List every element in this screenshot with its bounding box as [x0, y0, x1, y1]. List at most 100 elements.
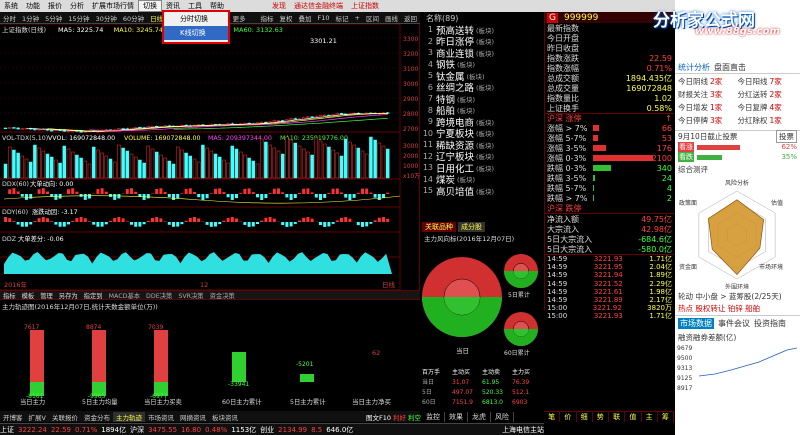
toolbar-item-5[interactable]: 60分钟	[120, 13, 147, 23]
indicator-tab-3[interactable]: 另存为	[56, 291, 81, 300]
toolbar-item-10[interactable]: 更多	[230, 13, 249, 23]
detail-tab-1[interactable]: 价	[560, 412, 577, 422]
ddy-bar	[306, 217, 310, 222]
indicator-tab-7[interactable]: SVR决策	[175, 291, 206, 300]
indicator-tab-0[interactable]: 指标	[0, 291, 19, 300]
toolbar-item-2[interactable]: 5分钟	[42, 13, 65, 23]
indicator-tab-5[interactable]: MACD基本	[106, 291, 143, 300]
toolbar-right-4[interactable]: 标记	[333, 13, 352, 23]
indicator-tab-4[interactable]: 指定到	[81, 291, 106, 300]
kline-chart-area[interactable]: 上证指数(日线)MA5: 3225.74MA10: 3245.74MA20: 3…	[0, 23, 420, 291]
toolbar-item-0[interactable]: 分时	[0, 13, 19, 23]
toolbar-right-7[interactable]: 画线	[382, 13, 401, 23]
volume-bar	[129, 153, 134, 179]
ddy-bar	[205, 222, 209, 225]
quote-tab-1[interactable]: 成分股	[458, 222, 485, 232]
toolbar-right-3[interactable]: F10	[315, 14, 333, 22]
x-label-2: 日线	[382, 280, 396, 289]
detail-tab-0[interactable]: 笔	[544, 412, 561, 422]
bottom-tab-4[interactable]: 主力轨迹	[112, 411, 145, 422]
toolbar-item-4[interactable]: 30分钟	[93, 13, 120, 23]
right-tab-1[interactable]: 盘面直击	[714, 62, 746, 73]
ddx-bar	[247, 188, 251, 194]
menu-item-3[interactable]: 分析	[66, 1, 88, 11]
quote-row-tag: (板块)	[457, 95, 476, 104]
ddy-bar	[176, 222, 180, 227]
monitor-tab-0[interactable]: 监控	[422, 411, 445, 422]
menu-item-1[interactable]: 功能	[22, 1, 44, 11]
volume-bar	[125, 150, 130, 179]
indicator-tab-8[interactable]: 资金决策	[207, 291, 238, 300]
detail-tab-5[interactable]: 值	[625, 412, 642, 422]
indicator-tab-6[interactable]: DDE决策	[143, 291, 175, 300]
ddy-bar	[323, 222, 327, 227]
detail-tab-6[interactable]: 主	[642, 412, 658, 422]
bottom-tab-3[interactable]: 资金分布	[81, 412, 113, 422]
toolbar-right-0[interactable]: 指标	[258, 13, 277, 23]
stat-item[interactable]: 今日复牌 4家	[738, 102, 798, 113]
right-sub-tab-1[interactable]: 事件会议	[718, 318, 750, 329]
menu-item-4[interactable]: 扩展市场行情	[88, 1, 138, 11]
toolbar-item-1[interactable]: 1分钟	[19, 13, 42, 23]
volume-bar	[360, 150, 365, 179]
menu-alert-1[interactable]: 通达信金融终端	[290, 1, 347, 11]
quote-row[interactable]: 15 高贝培值 (板块)	[422, 185, 544, 198]
stat-item[interactable]: 分红除权 1家	[738, 115, 798, 126]
ddx-bar	[46, 191, 49, 194]
monitor-tab-2[interactable]: 龙虎	[468, 411, 491, 422]
monitor-tab-3[interactable]: 风险	[491, 411, 514, 422]
right-tab-0[interactable]: 统计分析	[678, 62, 710, 73]
quote-tab-0[interactable]: 关联品种	[422, 222, 456, 232]
bottom-tab-0[interactable]: 开博客	[0, 412, 26, 422]
menu-alert-2[interactable]: 上证指数	[347, 1, 383, 11]
stat-item[interactable]: 今日阴线 2家	[678, 76, 738, 87]
right-sub-tab-2[interactable]: 投资指南	[754, 318, 786, 329]
stat-item[interactable]: 今日阳线 7家	[738, 76, 798, 87]
detail-tab-2[interactable]: 细	[577, 412, 593, 422]
bottom-tab-5[interactable]: 市场资讯	[145, 412, 177, 422]
rise-bar	[593, 185, 595, 191]
bottom-tab-6[interactable]: 网摘资讯	[177, 412, 209, 422]
stat-item[interactable]: 财报关注 3家	[678, 89, 738, 100]
rise-bar	[593, 195, 594, 201]
bottom-tab-1[interactable]: 扩展V	[26, 412, 49, 422]
detail-tab-4[interactable]: 联	[609, 412, 626, 422]
quote-row-tag: (板块)	[476, 153, 495, 162]
vote-button[interactable]: 投票	[776, 130, 797, 143]
stat-label: 今日停牌	[678, 116, 708, 125]
indicator-tab-2[interactable]: 管理	[37, 291, 56, 300]
quote-row-num: 7	[427, 94, 433, 104]
detail-tab-7[interactable]: 筹	[658, 412, 674, 422]
indicator-tab-1[interactable]: 模板	[19, 291, 38, 300]
popup-item-0[interactable]: 分时切换	[164, 12, 228, 26]
f10-link-2[interactable]: 利空	[408, 412, 421, 422]
monitor-tab-1[interactable]: 效果	[445, 411, 468, 422]
bottom-tab-7[interactable]: 板块资讯	[209, 412, 241, 422]
ddx-bar	[16, 191, 20, 194]
menu-alert-0[interactable]: 发现	[268, 1, 290, 11]
toolbar-item-3[interactable]: 15分钟	[65, 13, 92, 23]
status-link[interactable]: 上海电信主站	[502, 425, 544, 435]
stat-item[interactable]: 今日停牌 3家	[678, 115, 738, 126]
f10-link-0[interactable]: 图文F10	[366, 412, 391, 422]
toolbar-right-1[interactable]: 复权	[277, 13, 296, 23]
popup-item-1[interactable]: K线切换	[164, 26, 228, 40]
flow-bar-label-2: 当日主力买卖	[144, 397, 182, 406]
toolbar-right-2[interactable]: 叠加	[296, 13, 315, 23]
kline-chart-svg[interactable]: 上证指数(日线)MA5: 3225.74MA10: 3245.74MA20: 3…	[0, 23, 420, 291]
detail-tab-3[interactable]: 势	[593, 412, 609, 422]
menu-item-0[interactable]: 系统	[0, 1, 22, 11]
f10-link-1[interactable]: 利好	[393, 412, 406, 422]
menu-item-5[interactable]: 切换	[138, 0, 162, 12]
tick-price: 3221.92	[592, 304, 622, 313]
toolbar-right-8[interactable]: 返回	[401, 13, 420, 23]
toolbar-right-6[interactable]: 区间	[363, 13, 382, 23]
menu-item-2[interactable]: 报价	[44, 1, 66, 11]
bottom-tab-2[interactable]: 关联报价	[49, 412, 81, 422]
toolbar-right-5[interactable]: +	[352, 14, 363, 22]
stat-item[interactable]: 分红送转 2家	[738, 89, 798, 100]
status-item-5: 沪深	[130, 425, 145, 434]
stat-item[interactable]: 今日增发 1家	[678, 102, 738, 113]
detail-bottom-tabs: 笔价细势联值主筹	[544, 411, 674, 422]
right-sub-tab-0[interactable]: 市场数据	[678, 318, 714, 329]
